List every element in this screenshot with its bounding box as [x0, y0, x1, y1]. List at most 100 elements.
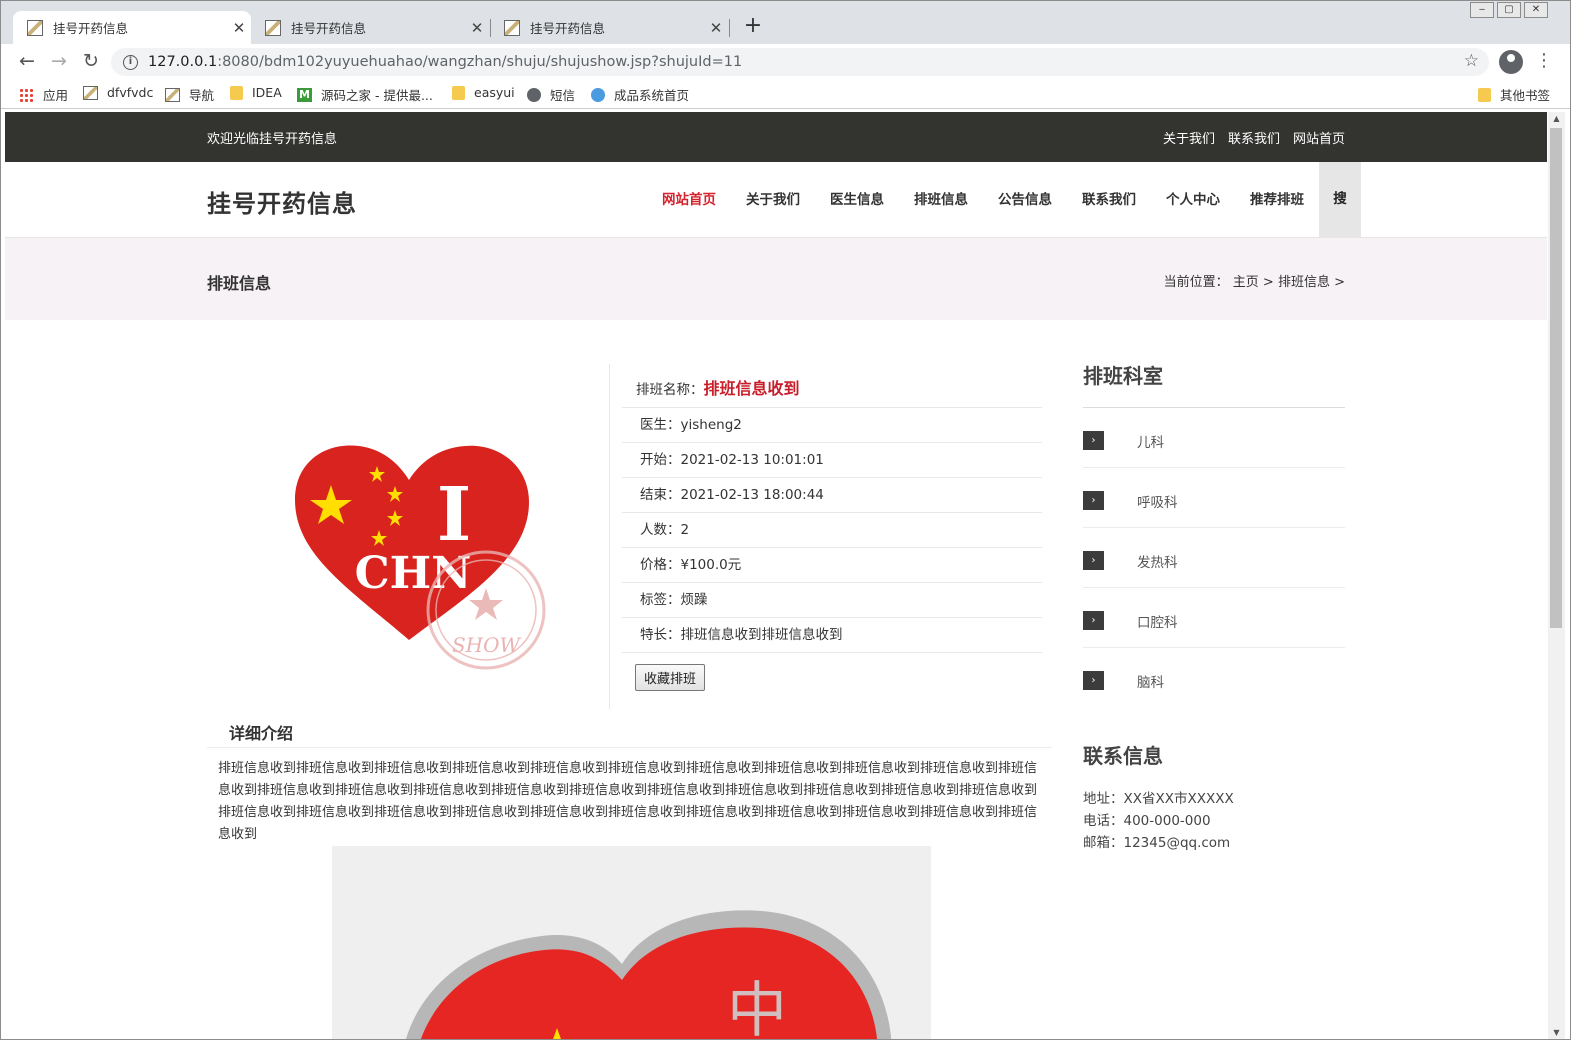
close-icon[interactable]: ✕ [465, 19, 489, 37]
back-icon[interactable]: ← [15, 50, 39, 74]
url-host: 127.0.0.1 [148, 54, 218, 70]
end-time-row: 结束：2021-02-13 18:00:44 [622, 478, 1042, 513]
page-title: 排班信息 [207, 274, 272, 293]
main-content: I CHN SHOW 排班名称：排班信息收到 医生：yisheng2 开始：20… [5, 320, 1547, 1039]
schedule-name-label: 排班名称： [636, 382, 704, 398]
svg-text:I: I [437, 472, 472, 558]
image-icon [83, 85, 98, 100]
top-link-about[interactable]: 关于我们 [1163, 128, 1215, 147]
contact-info: 地址：XX省XX市XXXXX 电话：400-000-000 邮箱：12345@q… [1083, 788, 1345, 854]
department-item[interactable]: › 儿科 [1083, 408, 1345, 468]
chevron-right-icon: › [1083, 671, 1104, 690]
scrollbar-thumb[interactable] [1550, 128, 1562, 628]
nav-recommend[interactable]: 推荐排班 [1235, 162, 1319, 238]
close-window-icon[interactable]: ✕ [1524, 2, 1548, 18]
contact-title: 联系信息 [1083, 744, 1163, 768]
page-favicon-icon [27, 19, 43, 36]
nav-schedule[interactable]: 排班信息 [899, 162, 983, 238]
bookmark-idea[interactable]: IDEA [230, 85, 282, 100]
maximize-icon[interactable]: ▢ [1497, 2, 1521, 18]
tab-1[interactable]: 挂号开药信息 ✕ [13, 11, 251, 44]
schedule-info: 排班名称：排班信息收到 医生：yisheng2 开始：2021-02-13 10… [622, 364, 1042, 691]
nav-contact[interactable]: 联系我们 [1067, 162, 1151, 238]
doctor-row: 医生：yisheng2 [622, 408, 1042, 443]
forward-icon[interactable]: → [47, 50, 71, 74]
tab-3[interactable]: 挂号开药信息 ✕ [490, 11, 728, 44]
chevron-right-icon: › [1083, 611, 1104, 630]
menu-kebab-icon[interactable]: ⋮ [1535, 50, 1553, 72]
scroll-up-icon[interactable]: ▲ [1548, 114, 1565, 123]
detail-intro-title: 详细介绍 [229, 724, 294, 743]
specialty-row: 特长：排班信息收到排班信息收到 [622, 618, 1042, 653]
nav-notices[interactable]: 公告信息 [983, 162, 1067, 238]
page-scrollbar[interactable]: ▲ ▼ [1548, 112, 1565, 1039]
address-bar[interactable]: i 127.0.0.1:8080/bdm102yuyuehuahao/wangz… [111, 48, 1489, 76]
department-item[interactable]: › 发热科 [1083, 528, 1345, 588]
info-icon[interactable]: i [123, 54, 138, 70]
chevron-right-icon: › [1083, 431, 1104, 450]
bookmark-home[interactable]: 成品系统首页 [591, 85, 689, 104]
folder-icon [230, 85, 243, 100]
contact-phone: 电话：400-000-000 [1083, 813, 1211, 829]
nav-home[interactable]: 网站首页 [647, 162, 731, 238]
bookmark-label: 源码之家 - 提供最... [321, 88, 433, 103]
bookmark-apps[interactable]: 应用 [19, 85, 68, 104]
browser-toolbar: ← → ↻ i 127.0.0.1:8080/bdm102yuyuehuahao… [1, 44, 1570, 79]
bookmark-yuanma[interactable]: M 源码之家 - 提供最... [297, 85, 433, 104]
bookmark-sms[interactable]: 短信 [527, 85, 575, 104]
page-favicon-icon [504, 19, 520, 36]
svg-text:中: 中 [727, 976, 787, 1039]
profile-avatar-icon[interactable] [1499, 50, 1523, 74]
page-favicon-icon [265, 19, 281, 36]
site-logo[interactable]: 挂号开药信息 [207, 184, 357, 219]
price-row: 价格：¥100.0元 [622, 548, 1042, 583]
department-label: 儿科 [1137, 435, 1164, 451]
site-icon [591, 87, 605, 102]
m-icon: M [297, 87, 312, 102]
department-item[interactable]: › 口腔科 [1083, 588, 1345, 648]
department-label: 口腔科 [1137, 615, 1178, 631]
start-time-row: 开始：2021-02-13 10:01:01 [622, 443, 1042, 478]
tab-2[interactable]: 挂号开药信息 ✕ [251, 11, 489, 44]
bookmark-label: easyui [474, 85, 515, 100]
tab-strip: 挂号开药信息 ✕ 挂号开药信息 ✕ 挂号开药信息 ✕ + ‒ ▢ ✕ [1, 1, 1570, 44]
welcome-text: 欢迎光临挂号开药信息 [207, 132, 338, 147]
bookmark-label: 其他书签 [1500, 88, 1551, 103]
bookmark-dfvfvdc[interactable]: dfvfvdc [83, 85, 153, 100]
tab-title: 挂号开药信息 [291, 21, 367, 36]
bookmark-other[interactable]: 其他书签 [1478, 85, 1550, 104]
department-item[interactable]: › 呼吸科 [1083, 468, 1345, 528]
tag-row: 标签：烦躁 [622, 583, 1042, 618]
top-link-contact[interactable]: 联系我们 [1228, 128, 1280, 147]
bookmark-star-icon[interactable]: ☆ [1464, 51, 1479, 71]
department-item[interactable]: › 脑科 [1083, 648, 1345, 708]
close-icon[interactable]: ✕ [704, 19, 728, 37]
main-nav: 网站首页 关于我们 医生信息 排班信息 公告信息 联系我们 个人中心 推荐排班 … [647, 162, 1361, 238]
department-label: 脑科 [1137, 675, 1164, 691]
scroll-down-icon[interactable]: ▼ [1548, 1028, 1565, 1037]
bookmark-label: 导航 [189, 88, 215, 103]
detail-intro-text: 排班信息收到排班信息收到排班信息收到排班信息收到排班信息收到排班信息收到排班信息… [218, 761, 1038, 842]
nav-doctors[interactable]: 医生信息 [815, 162, 899, 238]
schedule-name-value: 排班信息收到 [703, 379, 800, 398]
sidebar-title: 排班科室 [1083, 364, 1345, 408]
nav-about[interactable]: 关于我们 [731, 162, 815, 238]
bookmark-nav[interactable]: 导航 [165, 85, 214, 104]
reload-icon[interactable]: ↻ [79, 50, 103, 74]
new-tab-icon[interactable]: + [739, 13, 767, 41]
breadcrumb[interactable]: 当前位置： 主页 > 排班信息 > [1164, 271, 1345, 290]
sidebar: 排班科室 › 儿科 › 呼吸科 › 发热科 › 口腔科 › 脑科 联系信息 地址：XX省X… [1083, 364, 1345, 854]
top-links: 关于我们 联系我们 网站首页 [1163, 128, 1345, 147]
favorite-schedule-button[interactable]: 收藏排班 [635, 664, 706, 691]
search-button[interactable]: 搜 [1319, 162, 1361, 238]
folder-icon [1478, 87, 1491, 102]
close-icon[interactable]: ✕ [227, 19, 251, 37]
bookmark-label: IDEA [252, 85, 282, 100]
tab-title: 挂号开药信息 [53, 21, 129, 36]
minimize-icon[interactable]: ‒ [1470, 2, 1494, 18]
top-link-home[interactable]: 网站首页 [1293, 128, 1345, 147]
window-controls: ‒ ▢ ✕ [1467, 2, 1548, 20]
globe-icon [527, 87, 541, 102]
nav-profile[interactable]: 个人中心 [1151, 162, 1235, 238]
bookmark-easyui[interactable]: easyui [452, 85, 515, 100]
